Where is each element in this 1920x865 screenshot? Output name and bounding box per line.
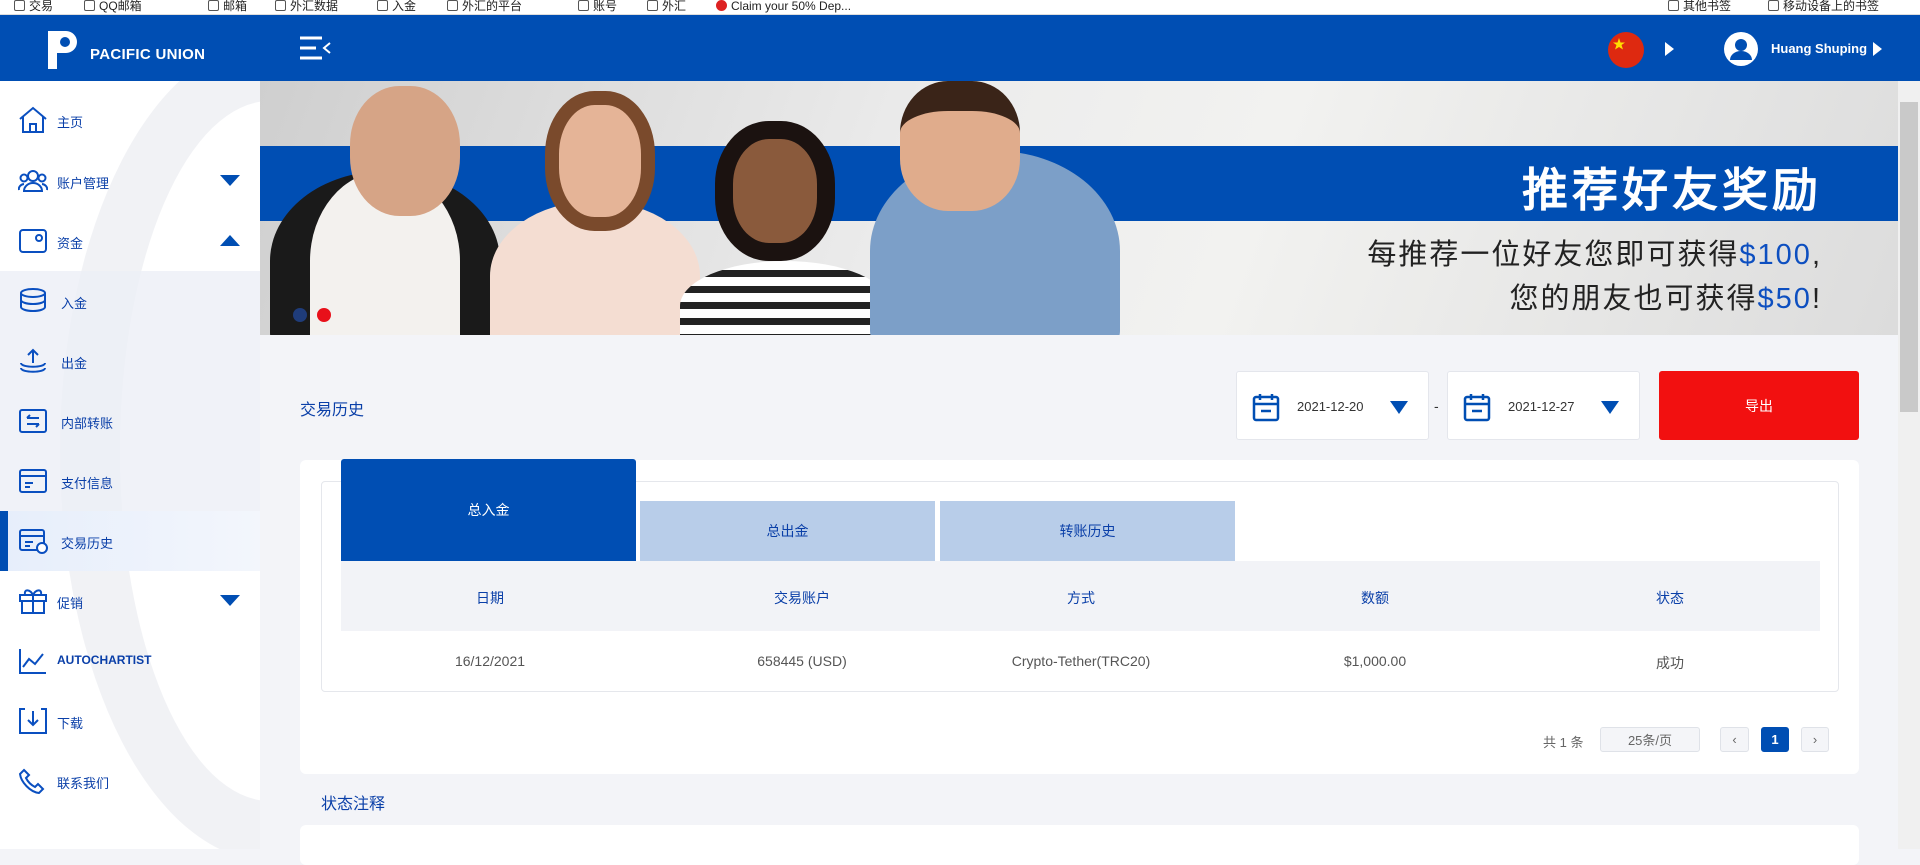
sidebar-item-promotions[interactable]: 促销 xyxy=(0,571,260,631)
avatar[interactable] xyxy=(1724,32,1758,66)
cell-date: 16/12/2021 xyxy=(454,653,526,669)
menu-toggle-icon[interactable] xyxy=(300,36,332,60)
cell-amount: $1,000.00 xyxy=(1343,653,1407,669)
bookmark[interactable]: 邮箱 xyxy=(208,0,247,12)
sidebar-item-payment-info[interactable]: 支付信息 xyxy=(0,451,260,511)
history-icon xyxy=(19,529,48,554)
sidebar-item-account[interactable]: 账户管理 xyxy=(0,151,260,211)
sidebar-item-funds[interactable]: 资金 xyxy=(0,211,260,271)
export-button[interactable]: 导出 xyxy=(1659,371,1859,440)
bookmark[interactable]: 外汇 xyxy=(647,0,686,12)
banner-line-1: 每推荐一位好友您即可获得$100, xyxy=(1367,239,1822,271)
column-header: 方式 xyxy=(1067,590,1095,606)
bookmark[interactable]: 入金 xyxy=(377,0,416,12)
transfer-icon xyxy=(19,409,47,433)
banner-title: 推荐好友奖励 xyxy=(1522,164,1822,216)
calendar-icon xyxy=(1463,394,1491,422)
user-name[interactable]: Huang Shuping xyxy=(1771,41,1867,56)
banner-line-2: 您的朋友也可获得$50! xyxy=(1509,283,1822,315)
prev-page-button[interactable]: ‹ xyxy=(1720,727,1749,752)
brand-name: PACIFIC UNION xyxy=(90,46,206,63)
column-header: 交易账户 xyxy=(774,590,830,606)
gift-icon xyxy=(19,589,47,614)
bookmark[interactable]: QQ邮箱 xyxy=(84,0,142,12)
chevron-down-icon xyxy=(1601,401,1619,414)
phone-icon xyxy=(18,768,45,795)
table-header: 日期 交易账户 方式 数额 状态 xyxy=(341,561,1820,631)
column-header: 日期 xyxy=(476,590,504,606)
date-from-picker[interactable]: 2021-12-20 xyxy=(1236,371,1429,440)
users-icon xyxy=(18,170,48,192)
calendar-icon xyxy=(1252,394,1280,422)
column-header: 数额 xyxy=(1361,590,1389,606)
carousel-dot-active[interactable] xyxy=(317,308,331,322)
cell-method: Crypto-Tether(TRC20) xyxy=(1011,653,1151,669)
download-icon xyxy=(19,708,47,734)
top-header: PACIFIC UNION Huang Shuping xyxy=(0,15,1920,81)
status-notes-card xyxy=(300,825,1859,865)
bookmark[interactable]: 外汇数据 xyxy=(275,0,338,12)
china-flag-icon[interactable] xyxy=(1608,32,1644,68)
bookmark[interactable]: 移动设备上的书签 xyxy=(1768,0,1879,12)
bookmarks-bar: 交易 QQ邮箱 邮箱 外汇数据 入金 外汇的平台 账号 外汇 Claim you… xyxy=(0,0,1920,15)
sidebar-item-trade-history[interactable]: 交易历史 xyxy=(0,511,260,571)
cell-status: 成功 xyxy=(1656,655,1684,671)
carousel-dot[interactable] xyxy=(293,308,307,322)
page-1-button[interactable]: 1 xyxy=(1761,727,1789,752)
bookmark[interactable]: 交易 xyxy=(14,0,53,12)
bookmark[interactable]: Claim your 50% Dep... xyxy=(716,0,851,12)
chevron-down-icon xyxy=(220,175,240,186)
user-menu-arrow-icon[interactable] xyxy=(1873,42,1882,56)
language-arrow-icon[interactable] xyxy=(1665,42,1674,56)
logo-icon xyxy=(48,31,77,69)
status-notes-title: 状态注释 xyxy=(321,796,386,813)
upload-icon xyxy=(20,348,46,373)
sidebar-item-transfer[interactable]: 内部转账 xyxy=(0,391,260,451)
chevron-down-icon xyxy=(220,595,240,606)
page-title: 交易历史 xyxy=(300,402,365,419)
sidebar-item-download[interactable]: 下载 xyxy=(0,691,260,751)
bookmark[interactable]: 账号 xyxy=(578,0,617,12)
sidebar: 主页 账户管理 资金 入金 出金 内部转账 支付信息 交易历史 促销 AUTOC… xyxy=(0,81,260,849)
date-to-picker[interactable]: 2021-12-27 xyxy=(1447,371,1640,440)
chevron-up-icon xyxy=(220,235,240,246)
tab-transfer-history[interactable]: 转账历史 xyxy=(940,501,1235,561)
bookmark[interactable]: 外汇的平台 xyxy=(447,0,522,12)
wallet-icon xyxy=(19,229,47,253)
sidebar-item-contact[interactable]: 联系我们 xyxy=(0,751,260,811)
sidebar-item-deposit[interactable]: 入金 xyxy=(0,271,260,331)
scrollbar-thumb[interactable] xyxy=(1900,102,1918,412)
chart-icon xyxy=(19,649,46,674)
card-icon xyxy=(19,469,47,493)
date-separator: - xyxy=(1434,398,1439,414)
column-header: 状态 xyxy=(1656,590,1684,606)
chevron-down-icon xyxy=(1390,401,1408,414)
page-size-select[interactable]: 25条/页 xyxy=(1600,727,1700,752)
home-icon xyxy=(19,106,47,133)
tab-total-withdraw[interactable]: 总出金 xyxy=(640,501,935,561)
cell-account: 658445 (USD) xyxy=(757,653,847,669)
next-page-button[interactable]: › xyxy=(1801,727,1829,752)
sidebar-item-withdraw[interactable]: 出金 xyxy=(0,331,260,391)
sidebar-item-autochartist[interactable]: AUTOCHARTIST xyxy=(0,631,260,691)
coins-icon xyxy=(20,288,46,313)
total-count: 共 1 条 xyxy=(1543,735,1584,750)
bookmark[interactable]: 其他书签 xyxy=(1668,0,1731,12)
tab-total-deposit[interactable]: 总入金 xyxy=(341,459,636,561)
sidebar-item-home[interactable]: 主页 xyxy=(0,90,260,150)
promo-banner[interactable]: 推荐好友奖励 每推荐一位好友您即可获得$100, 您的朋友也可获得$50! xyxy=(260,81,1898,335)
